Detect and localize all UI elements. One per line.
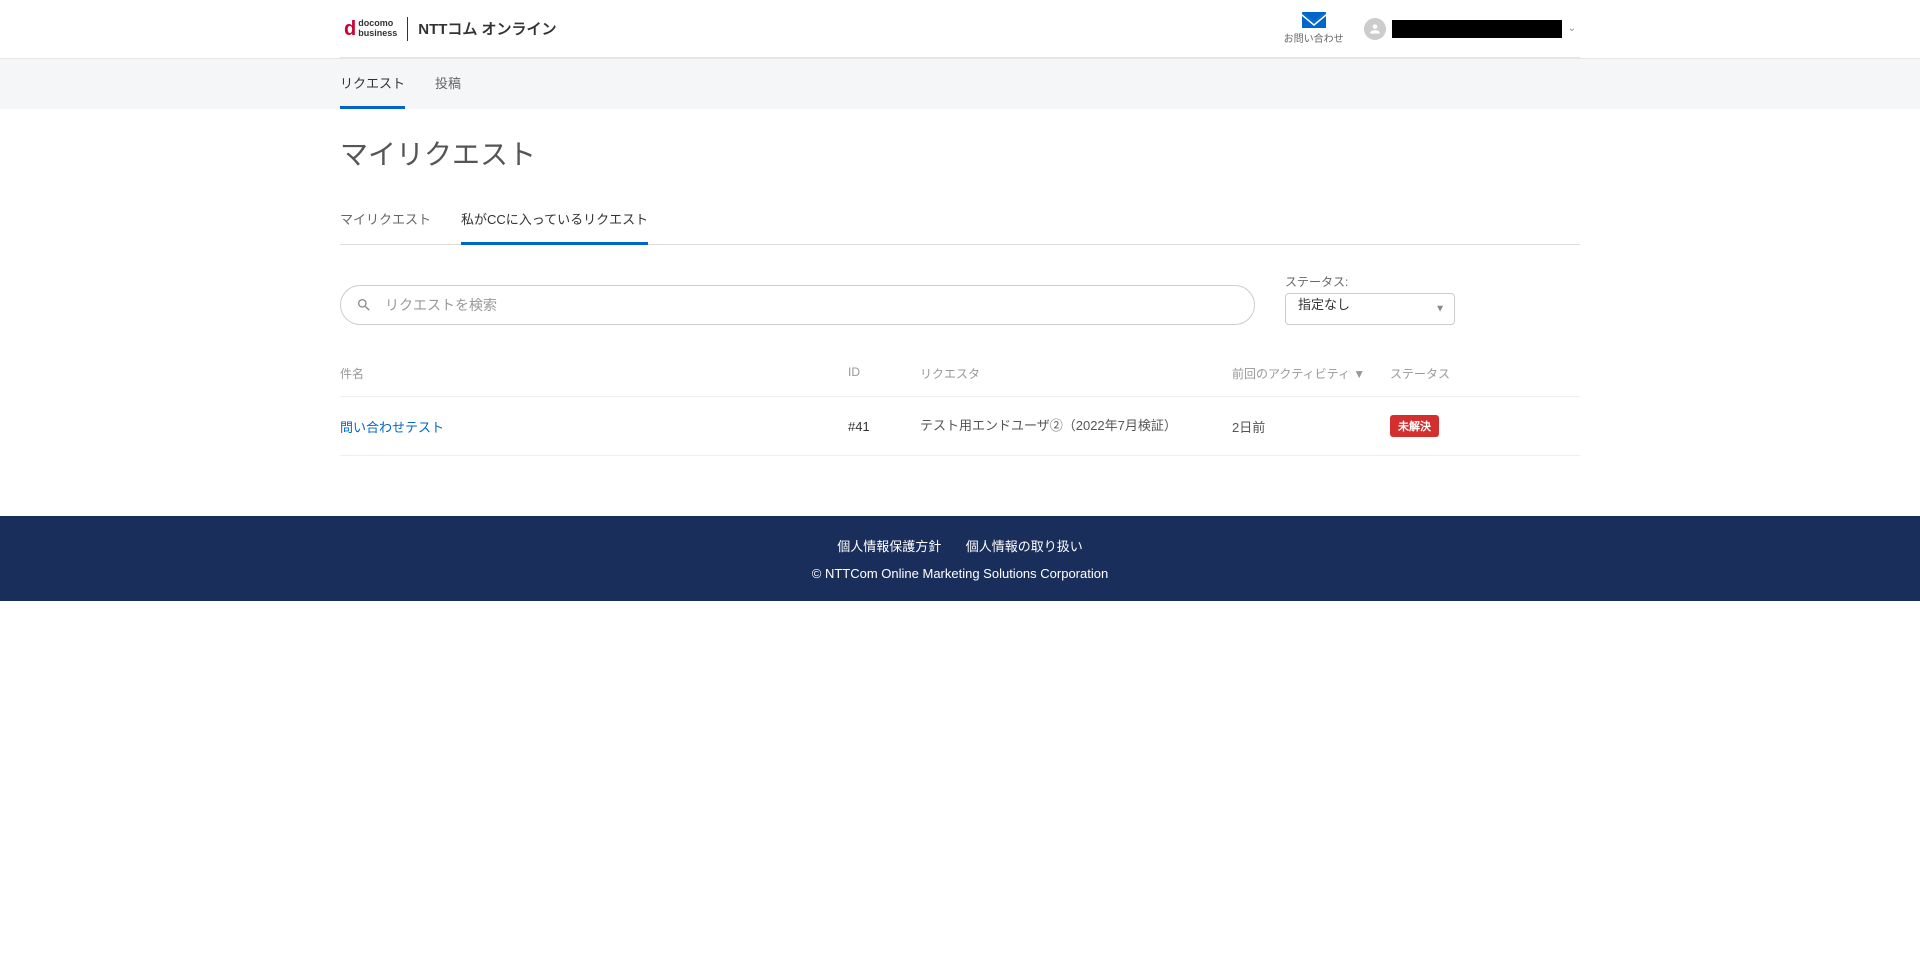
logo-divider <box>407 17 408 41</box>
subtab-label: 私がCCに入っているリクエスト <box>461 212 648 227</box>
contact-label: お問い合わせ <box>1284 30 1344 45</box>
row-subject-link[interactable]: 問い合わせテスト <box>340 417 848 436</box>
search-input[interactable] <box>340 285 1255 325</box>
status-filter-label: ステータス: <box>1285 273 1455 290</box>
row-status: 未解決 <box>1390 415 1460 437</box>
nav-tab-label: 投稿 <box>435 76 461 91</box>
user-name-redacted <box>1392 20 1562 38</box>
col-header-requester[interactable]: リクエスタ <box>920 365 1232 382</box>
status-filter-select[interactable]: 指定なし <box>1285 293 1455 325</box>
logo-area[interactable]: d docomo business NTTコム オンライン <box>344 17 557 41</box>
sub-tabs: マイリクエスト 私がCCに入っているリクエスト <box>340 209 1580 245</box>
nav-tab-label: リクエスト <box>340 76 405 91</box>
footer-copyright: © NTTCom Online Marketing Solutions Corp… <box>0 566 1920 581</box>
avatar-icon <box>1364 18 1386 40</box>
subtab-label: マイリクエスト <box>340 212 431 227</box>
status-filter-value: 指定なし <box>1298 297 1350 312</box>
nav-tab-requests[interactable]: リクエスト <box>340 59 405 109</box>
status-badge: 未解決 <box>1390 415 1439 437</box>
search-icon <box>356 297 372 313</box>
mail-icon <box>1302 12 1326 28</box>
row-id: #41 <box>848 419 920 434</box>
logo-prefix-bottom: business <box>358 29 397 39</box>
contact-link[interactable]: お問い合わせ <box>1284 12 1344 45</box>
requests-table: 件名 ID リクエスタ 前回のアクティビティ ▼ ステータス 問い合わせテスト … <box>340 365 1580 456</box>
footer-link-personal-info[interactable]: 個人情報の取り扱い <box>966 539 1083 554</box>
table-header: 件名 ID リクエスタ 前回のアクティビティ ▼ ステータス <box>340 365 1580 397</box>
docomo-logo: d docomo business <box>344 19 397 39</box>
logo-d-icon: d <box>344 19 356 39</box>
nav-tab-posts[interactable]: 投稿 <box>435 59 461 109</box>
col-header-id[interactable]: ID <box>848 365 920 382</box>
logo-main: NTTコム オンライン <box>418 18 556 39</box>
row-requester: テスト用エンドユーザ②（2022年7月検証） <box>920 416 1232 436</box>
row-activity: 2日前 <box>1232 417 1390 436</box>
table-row: 問い合わせテスト #41 テスト用エンドユーザ②（2022年7月検証） 2日前 … <box>340 397 1580 456</box>
nav-bar: リクエスト 投稿 <box>0 59 1920 109</box>
col-header-activity[interactable]: 前回のアクティビティ ▼ <box>1232 365 1390 382</box>
col-header-subject[interactable]: 件名 <box>340 365 848 382</box>
footer-link-privacy[interactable]: 個人情報保護方針 <box>837 539 941 554</box>
page-title: マイリクエスト <box>340 133 1580 173</box>
subtab-my-requests[interactable]: マイリクエスト <box>340 209 431 245</box>
header: d docomo business NTTコム オンライン お問い合わせ <box>340 0 1580 58</box>
subtab-cc-requests[interactable]: 私がCCに入っているリクエスト <box>461 209 648 245</box>
chevron-down-icon: ⌄ <box>1568 23 1576 34</box>
main-content: マイリクエスト マイリクエスト 私がCCに入っているリクエスト ステータス: 指… <box>340 109 1580 516</box>
footer: 個人情報保護方針 個人情報の取り扱い © NTTCom Online Marke… <box>0 516 1920 601</box>
col-header-status[interactable]: ステータス <box>1390 365 1460 382</box>
user-menu[interactable]: ⌄ <box>1364 18 1576 40</box>
